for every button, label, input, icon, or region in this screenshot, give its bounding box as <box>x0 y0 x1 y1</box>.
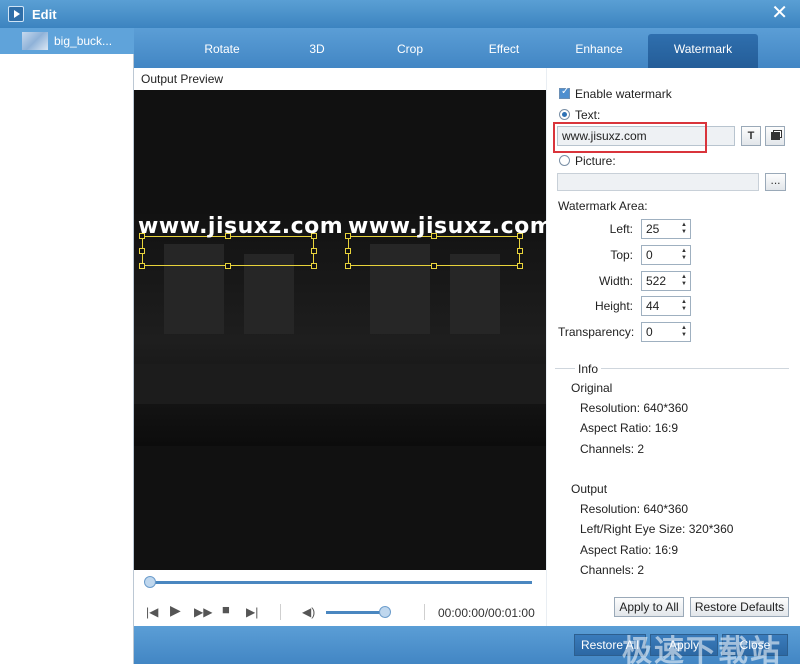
original-channels: Channels: 2 <box>580 442 645 456</box>
left-spinner[interactable]: 25 ▲ ▼ <box>641 219 691 239</box>
transparency-spinner[interactable]: 0 ▲ ▼ <box>641 322 691 342</box>
volume-slider[interactable] <box>326 611 386 614</box>
tab-rotate[interactable]: Rotate <box>174 34 270 68</box>
close-icon[interactable]: ✕ <box>771 3 788 23</box>
bottom-bar: Restore All Apply Close 极速下载站 <box>134 626 800 664</box>
spinner-arrows-icon[interactable]: ▲ ▼ <box>681 299 687 313</box>
playback-controls: |◀ ▶ ▶▶ ■ ▶| ◀) 00:00:00/00:01:00 <box>134 598 546 626</box>
fast-forward-icon[interactable]: ▶▶ <box>194 605 212 619</box>
tab-bar: Rotate 3D Crop Effect Enhance Watermark <box>134 28 800 68</box>
play-icon[interactable]: ▶ <box>170 603 181 617</box>
browse-button[interactable]: ... <box>765 173 786 191</box>
tab-3d[interactable]: 3D <box>274 34 360 68</box>
original-aspect: Aspect Ratio: 16:9 <box>580 421 679 435</box>
apply-button[interactable]: Apply <box>650 634 718 656</box>
file-thumbnail <box>22 32 48 50</box>
output-heading: Output <box>571 482 608 496</box>
height-spinner[interactable]: 44 ▲ ▼ <box>641 296 691 316</box>
skip-end-icon[interactable]: ▶| <box>246 605 258 619</box>
volume-handle[interactable] <box>379 606 391 618</box>
width-label: Width: <box>598 274 633 288</box>
spinner-arrows-icon[interactable]: ▲ ▼ <box>681 222 687 236</box>
top-label: Top: <box>610 248 633 262</box>
output-channels: Channels: 2 <box>580 563 645 577</box>
picture-option[interactable]: Picture: <box>559 154 616 168</box>
file-list: big_buck... <box>0 28 134 664</box>
watermark-box-right[interactable] <box>345 233 523 269</box>
file-name: big_buck... <box>54 34 113 48</box>
enable-watermark[interactable]: Enable watermark <box>559 86 672 101</box>
seek-bar[interactable] <box>134 570 546 594</box>
tab-watermark[interactable]: Watermark <box>648 34 758 68</box>
spinner-arrows-icon[interactable]: ▲ ▼ <box>681 325 687 339</box>
tab-crop[interactable]: Crop <box>364 34 456 68</box>
text-option[interactable]: Text: <box>559 108 600 122</box>
original-resolution: Resolution: 640*360 <box>580 401 689 415</box>
window-title: Edit <box>32 6 57 22</box>
color-button[interactable] <box>765 126 785 146</box>
seek-track[interactable] <box>150 581 532 584</box>
color-icon <box>770 132 780 140</box>
picture-option-label: Picture: <box>575 154 616 168</box>
width-spinner[interactable]: 522 ▲ ▼ <box>641 271 691 291</box>
watermark-settings: Enable watermark Text: www.jisuxz.com T … <box>547 68 800 626</box>
left-label: Left: <box>609 222 633 236</box>
restore-all-button[interactable]: Restore All <box>574 634 646 656</box>
info-title: Info <box>575 362 602 376</box>
tab-effect[interactable]: Effect <box>458 34 550 68</box>
transparency-label: Transparency: <box>558 325 635 339</box>
height-label: Height: <box>594 299 633 313</box>
preview-panel: Output Preview www.jisuxz.com www.jisuxz… <box>134 68 553 626</box>
file-item[interactable]: big_buck... <box>0 28 134 54</box>
original-heading: Original <box>571 381 613 395</box>
top-spinner[interactable]: 0 ▲ ▼ <box>641 245 691 265</box>
output-eye-size: Left/Right Eye Size: 320*360 <box>580 522 734 536</box>
app-icon <box>8 6 24 22</box>
stop-icon[interactable]: ■ <box>222 603 230 617</box>
watermark-text-left: www.jisuxz.com <box>138 214 344 239</box>
output-resolution: Resolution: 640*360 <box>580 502 689 516</box>
output-aspect: Aspect Ratio: 16:9 <box>580 543 679 557</box>
watermark-area-label: Watermark Area: <box>558 199 648 213</box>
font-button[interactable]: T <box>741 126 761 146</box>
timecode: 00:00:00/00:01:00 <box>438 606 535 620</box>
apply-to-all-button[interactable]: Apply to All <box>614 597 684 617</box>
picture-radio[interactable] <box>559 155 570 166</box>
spinner-arrows-icon[interactable]: ▲ ▼ <box>681 248 687 262</box>
video-preview: www.jisuxz.com www.jisuxz.com <box>134 90 553 570</box>
enable-watermark-checkbox[interactable] <box>559 86 570 99</box>
restore-defaults-button[interactable]: Restore Defaults <box>690 597 789 617</box>
close-button[interactable]: Close <box>722 634 788 656</box>
volume-icon[interactable]: ◀) <box>302 605 315 619</box>
text-radio[interactable] <box>559 109 570 120</box>
title-bar: Edit ✕ <box>0 0 800 28</box>
enable-watermark-label: Enable watermark <box>575 87 672 101</box>
seek-handle[interactable] <box>144 576 156 588</box>
skip-start-icon[interactable]: |◀ <box>146 605 158 619</box>
text-option-label: Text: <box>575 108 601 122</box>
highlight-annotation <box>553 122 707 153</box>
preview-label: Output Preview <box>141 72 224 86</box>
watermark-box-left[interactable] <box>139 233 317 269</box>
watermark-text-right: www.jisuxz.com <box>348 214 554 239</box>
picture-path-input[interactable] <box>557 173 759 191</box>
tab-enhance[interactable]: Enhance <box>552 34 646 68</box>
spinner-arrows-icon[interactable]: ▲ ▼ <box>681 274 687 288</box>
